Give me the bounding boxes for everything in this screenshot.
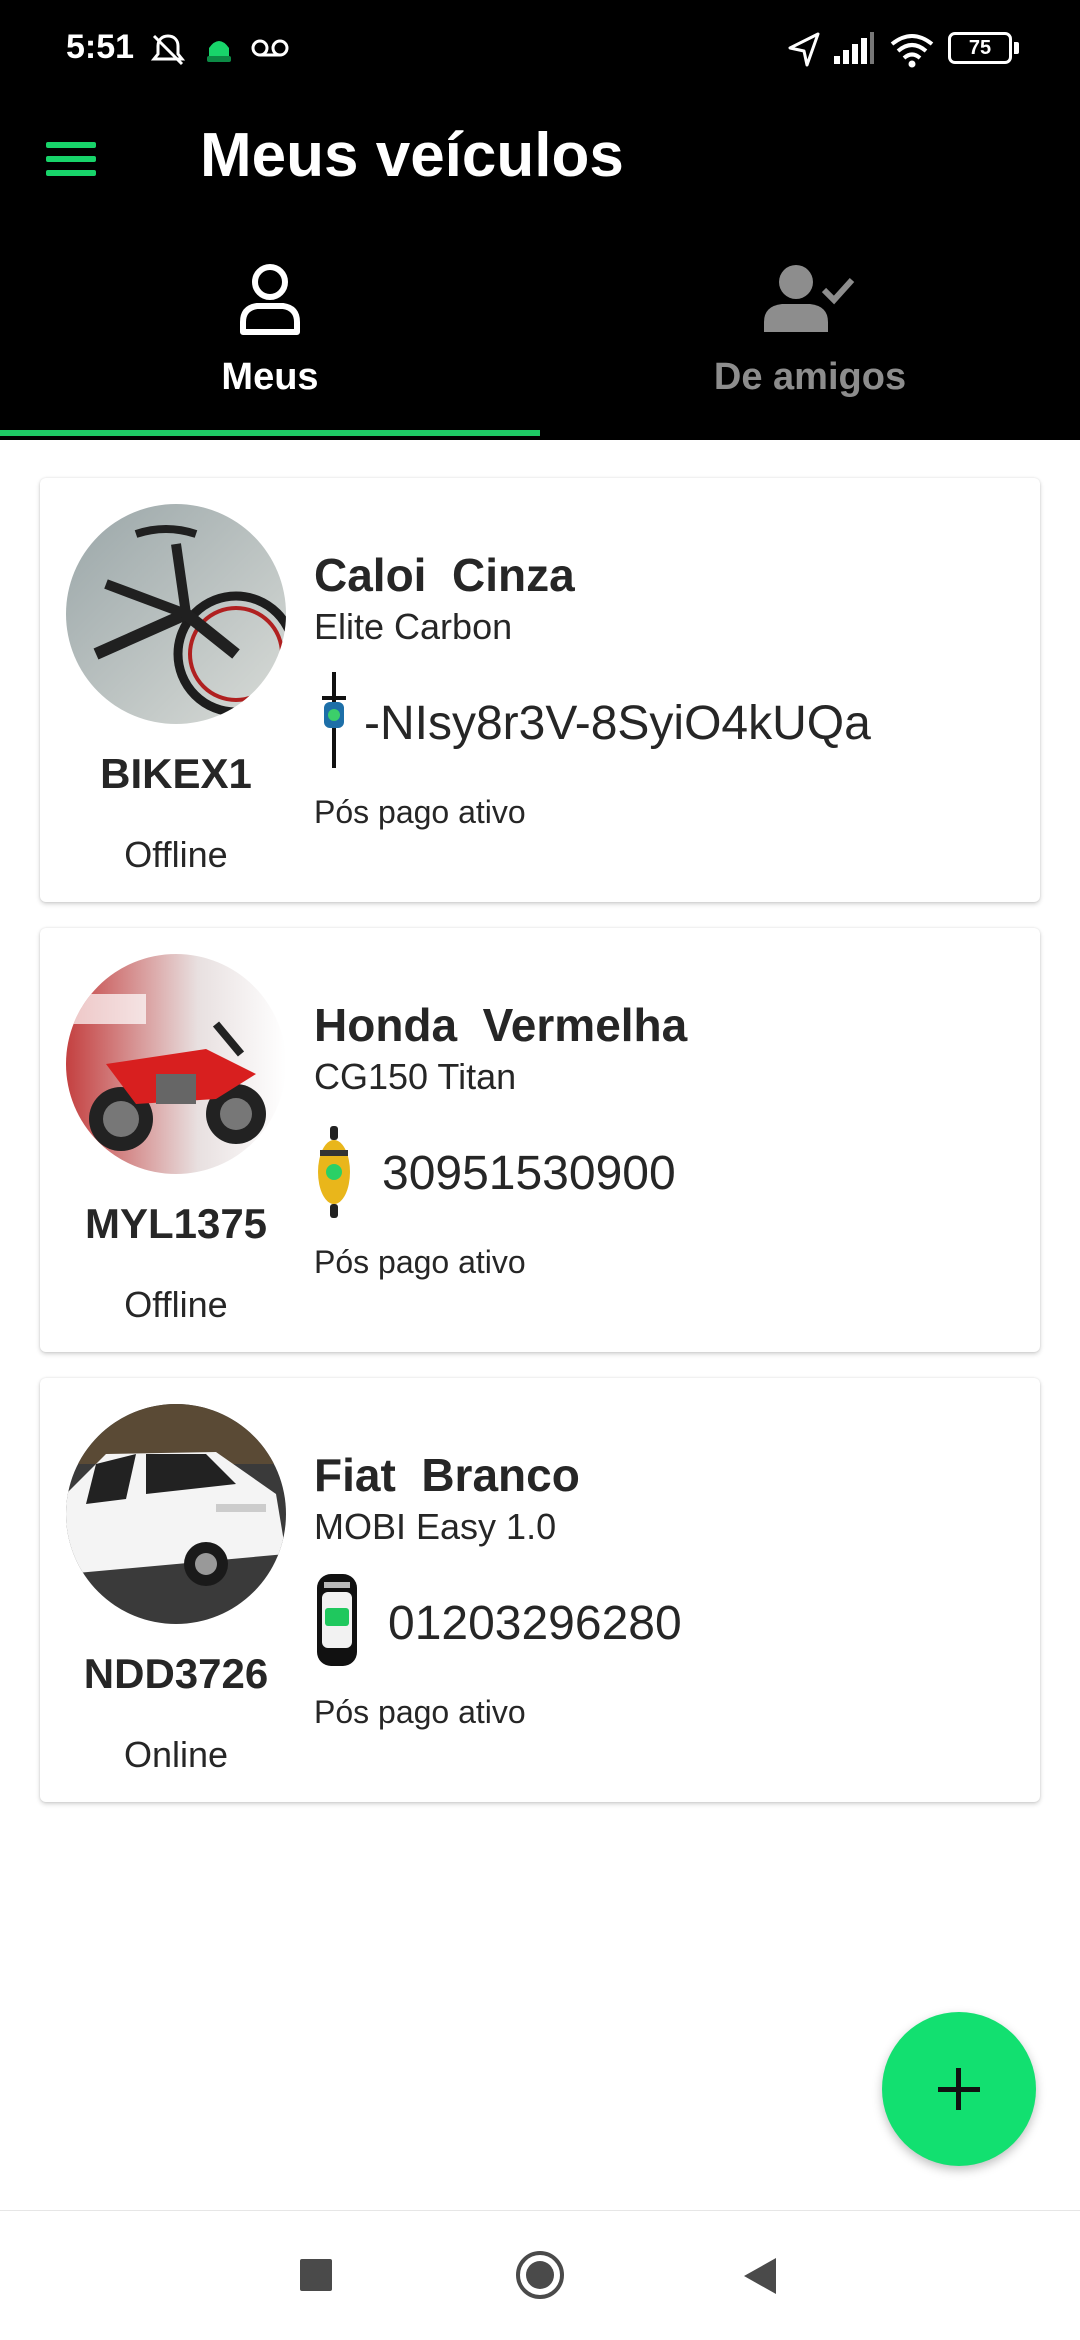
- motorcycle-icon: [314, 1124, 354, 1220]
- recents-button[interactable]: [256, 2211, 376, 2340]
- status-bar: 5:51 75: [0, 0, 1080, 100]
- connection-status: Offline: [124, 1284, 228, 1325]
- tab-indicator: [0, 430, 540, 436]
- vehicle-card[interactable]: MYL1375 Offline Honda Vermelha CG150 Tit…: [40, 928, 1040, 1352]
- vehicle-name: Caloi Cinza: [314, 549, 575, 601]
- battery-icon: 75: [948, 32, 1012, 64]
- home-icon: [514, 2249, 566, 2306]
- back-button[interactable]: [700, 2211, 820, 2340]
- vehicle-plate: MYL1375: [84, 1200, 268, 1247]
- vehicle-model: Elite Carbon: [314, 606, 513, 647]
- tab-meus[interactable]: Meus: [0, 240, 540, 436]
- tab-bar: Meus De amigos: [0, 240, 1080, 440]
- motorcycle-photo: [66, 954, 286, 1174]
- battery-tip: [1014, 42, 1019, 54]
- app-bar: Meus veículos: [0, 100, 1080, 240]
- system-nav-bar: [0, 2210, 1080, 2340]
- page-title: Meus veículos: [200, 121, 624, 190]
- car-icon: [314, 1572, 360, 1668]
- vehicle-plate: BIKEX1: [100, 750, 252, 797]
- tracker-id: -NIsy8r3V-8SyiO4kUQa: [364, 697, 871, 750]
- top-bar: 5:51 75 Meus veículos Meus De amigos: [0, 0, 1080, 440]
- app-notification-icon: [204, 30, 234, 75]
- wifi-icon: [888, 30, 936, 75]
- plus-icon-vertical: [956, 2068, 961, 2110]
- hamburger-menu-icon[interactable]: [46, 136, 108, 196]
- status-time: 5:51: [66, 28, 135, 66]
- mute-icon: [148, 30, 188, 75]
- tracker-id: 30951530900: [382, 1147, 676, 1200]
- home-button[interactable]: [480, 2211, 600, 2340]
- tab-de-amigos[interactable]: De amigos: [540, 240, 1080, 436]
- voicemail-icon: [250, 30, 290, 75]
- vehicle-model: CG150 Titan: [314, 1056, 517, 1097]
- back-icon: [740, 2255, 780, 2302]
- signal-icon: [832, 30, 876, 75]
- vehicle-model: MOBI Easy 1.0: [314, 1506, 557, 1547]
- tab-meus-label: Meus: [221, 356, 319, 398]
- person-check-icon: [762, 260, 858, 345]
- vehicle-card[interactable]: NDD3726 Online Fiat Branco MOBI Easy 1.0…: [40, 1378, 1040, 1802]
- vehicle-card[interactable]: BIKEX1 Offline Caloi Cinza Elite Carbon …: [40, 478, 1040, 902]
- bicycle-photo: [66, 504, 286, 724]
- tab-de-amigos-label: De amigos: [713, 356, 907, 398]
- plan-status: Pós pago ativo: [314, 1694, 526, 1730]
- recents-icon: [300, 2259, 332, 2291]
- connection-status: Offline: [124, 834, 228, 875]
- connection-status: Online: [123, 1734, 229, 1775]
- vehicle-plate: NDD3726: [83, 1650, 269, 1697]
- plan-status: Pós pago ativo: [314, 1244, 526, 1280]
- car-photo: [66, 1404, 286, 1624]
- tracker-id: 01203296280: [388, 1597, 682, 1650]
- person-icon: [235, 260, 305, 345]
- location-icon: [786, 30, 822, 75]
- vehicle-name: Honda Vermelha: [314, 999, 688, 1051]
- bicycle-icon: [314, 672, 354, 768]
- plan-status: Pós pago ativo: [314, 794, 526, 830]
- add-vehicle-button[interactable]: [882, 2012, 1036, 2166]
- vehicle-name: Fiat Branco: [314, 1449, 580, 1501]
